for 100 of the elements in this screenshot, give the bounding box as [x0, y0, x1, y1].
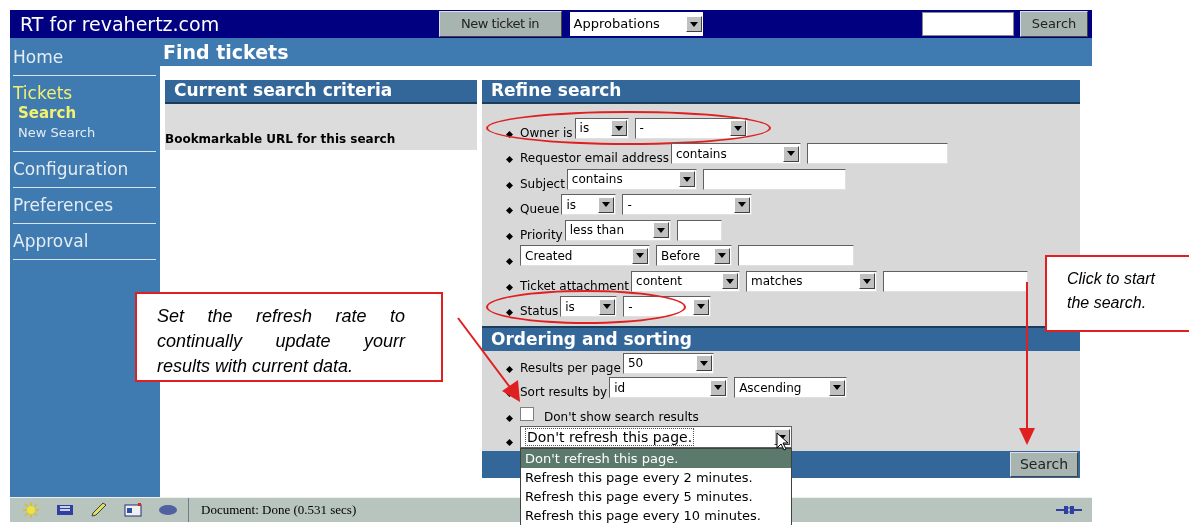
bullet-icon [506, 365, 513, 373]
select-field[interactable]: is [574, 117, 629, 139]
bullet-icon [506, 414, 513, 422]
bullet-icon [506, 439, 513, 446]
select-field[interactable]: contains [566, 168, 697, 190]
caret-icon [714, 385, 723, 390]
select-field[interactable]: Ascending [734, 377, 848, 398]
field-label: Requestor email address [520, 150, 669, 167]
caret-button[interactable] [632, 247, 648, 264]
select-field[interactable]: content [631, 270, 741, 292]
sun-icon [22, 502, 40, 518]
dropdown-option[interactable]: Don't refresh this page. [521, 449, 791, 468]
search-button[interactable]: Search [1020, 11, 1088, 37]
select-field[interactable]: contains [670, 143, 801, 164]
caret-button[interactable] [729, 120, 746, 136]
checkbox[interactable] [520, 406, 534, 421]
select-field[interactable]: is [560, 296, 618, 317]
dropdown-option[interactable]: Refresh this page every 2 minutes. [521, 468, 791, 487]
caret-button[interactable] [722, 273, 739, 289]
caret-button[interactable] [685, 16, 702, 32]
caret-icon [656, 227, 665, 233]
new-ticket-button[interactable]: New ticket in [438, 11, 562, 37]
bullet-icon [506, 130, 513, 138]
select-field[interactable]: 50 [622, 352, 714, 374]
dropdown-option[interactable]: Refresh this page every 5 minutes. [521, 487, 791, 506]
checkbox-label: Don't show search results [544, 408, 699, 426]
bookmark-label: Bookmarkable URL for this search [165, 131, 396, 148]
caret-icon [786, 151, 795, 156]
caret-icon [697, 304, 706, 309]
panel-title: Ordering and sorting [491, 327, 692, 351]
caret-icon [682, 176, 691, 182]
caret-button[interactable] [782, 145, 799, 162]
bullet-icon [506, 258, 513, 265]
bullet-icon [506, 181, 513, 189]
caret-button[interactable] [599, 298, 616, 315]
pen-icon [90, 502, 108, 518]
caret-button[interactable] [693, 298, 710, 315]
search-input[interactable] [922, 12, 1014, 36]
panel-title: Refine search [491, 79, 622, 103]
page-title: Find tickets [163, 39, 289, 65]
select-field[interactable]: - [634, 117, 748, 139]
select-field[interactable]: - [623, 296, 712, 317]
field-label: Priority [520, 226, 563, 244]
caret-button[interactable] [652, 222, 669, 238]
select-field[interactable]: is [561, 194, 617, 215]
bullet-icon [506, 283, 513, 291]
card-icon [124, 503, 142, 517]
refresh-select[interactable]: Don't refresh this page. [520, 426, 792, 448]
input-field[interactable] [702, 168, 846, 190]
caret-icon [738, 202, 747, 207]
sidebar-subitem[interactable]: Search [18, 103, 156, 123]
mail-icon [56, 503, 74, 517]
select-field[interactable]: Created [520, 245, 650, 266]
caret-button[interactable] [734, 196, 751, 213]
field-label: Status [520, 303, 559, 320]
sidebar-item[interactable]: Tickets [13, 83, 156, 103]
caret-icon [636, 253, 644, 258]
field-label: Ticket attachment [520, 277, 630, 295]
caret-button[interactable] [859, 273, 876, 289]
select-field[interactable]: less than [564, 219, 671, 241]
field-label: Owner is [520, 124, 573, 142]
bullet-icon [506, 207, 513, 214]
select-field[interactable]: Before [656, 245, 732, 266]
caret-icon [718, 253, 726, 258]
caret-icon [833, 385, 842, 390]
caret-button[interactable] [710, 379, 727, 396]
input-field[interactable] [738, 245, 854, 266]
search-button[interactable]: Search [1010, 452, 1078, 477]
site-title: RT for revahertz.com [20, 11, 220, 37]
sidebar-item[interactable]: Preferences [13, 195, 156, 215]
caret-icon [699, 360, 708, 366]
bullet-icon [506, 232, 513, 240]
select-field[interactable]: id [609, 377, 729, 398]
queue-select[interactable]: Approbations [569, 12, 703, 36]
input-field[interactable] [676, 219, 722, 241]
caret-icon [614, 125, 623, 131]
callout-text: Set the refresh rate to continually update yourr results with current data. [157, 305, 405, 378]
input-field[interactable] [883, 270, 1029, 292]
status-text: Document: Done (0.531 secs) [201, 501, 357, 520]
caret-button[interactable] [829, 379, 846, 396]
caret-button[interactable] [678, 171, 695, 187]
caret-icon [863, 278, 872, 284]
panel-title: Current search criteria [174, 79, 393, 103]
caret-icon [733, 125, 742, 131]
caret-icon [602, 202, 611, 207]
dropdown-option[interactable]: Refresh this page every 10 minutes. [521, 506, 791, 525]
sidebar-item[interactable]: Approval [13, 231, 156, 251]
bullet-icon [506, 156, 513, 163]
input-field[interactable] [806, 143, 948, 164]
caret-button[interactable] [695, 355, 712, 371]
caret-button[interactable] [598, 196, 615, 213]
bullet-icon [506, 309, 513, 316]
caret-button[interactable] [610, 120, 627, 136]
sidebar-subitem[interactable]: New Search [18, 123, 156, 143]
select-field[interactable]: matches [746, 270, 878, 292]
select-field[interactable]: - [622, 194, 753, 215]
sidebar-item[interactable]: Configuration [13, 159, 156, 179]
sidebar-item[interactable]: Home [13, 47, 156, 67]
caret-button[interactable] [714, 247, 730, 264]
plug-icon [1056, 504, 1082, 516]
